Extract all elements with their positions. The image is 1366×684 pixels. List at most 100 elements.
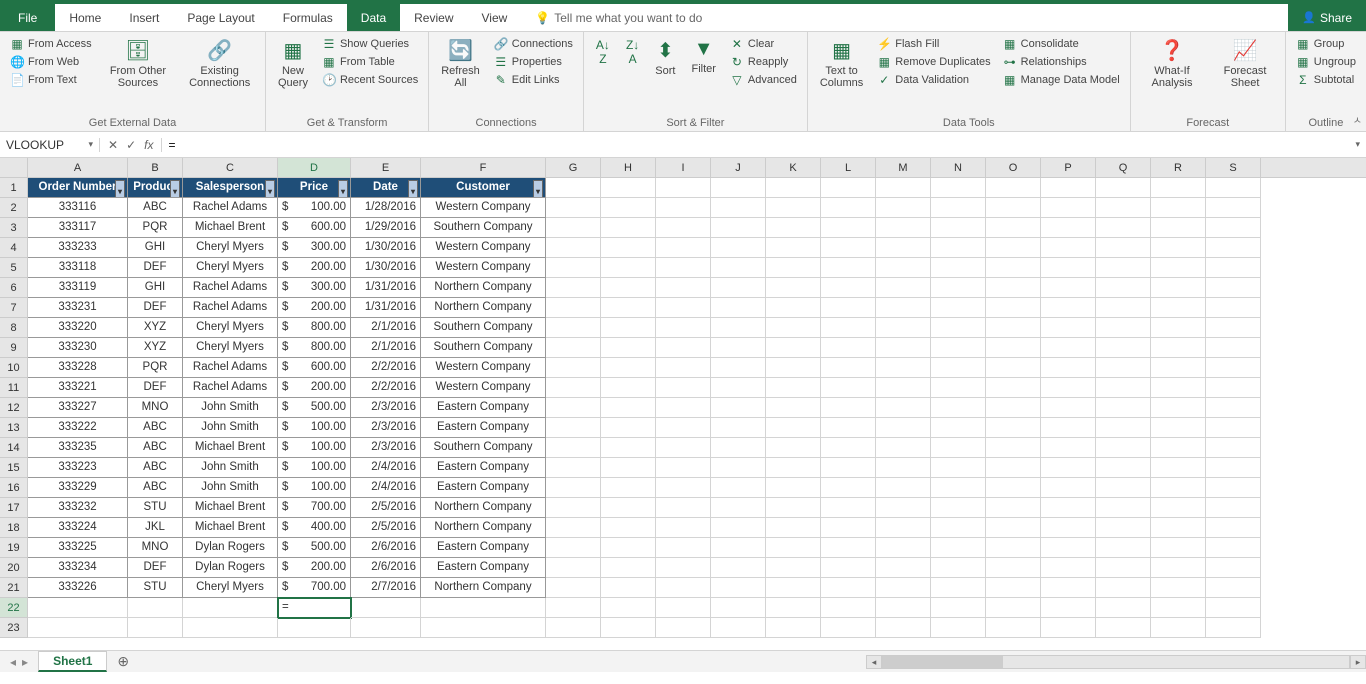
cell[interactable]: 333220 xyxy=(28,318,128,338)
cell[interactable] xyxy=(1151,418,1206,438)
cell[interactable] xyxy=(421,618,546,638)
cell[interactable] xyxy=(546,618,601,638)
view-tab[interactable]: View xyxy=(468,4,522,31)
cell[interactable] xyxy=(1096,298,1151,318)
column-header-D[interactable]: D xyxy=(278,158,351,177)
cell[interactable] xyxy=(876,358,931,378)
cell[interactable]: John Smith xyxy=(183,418,278,438)
cell[interactable] xyxy=(876,418,931,438)
cell[interactable] xyxy=(656,558,711,578)
cell[interactable] xyxy=(876,298,931,318)
row-header-13[interactable]: 13 xyxy=(0,418,27,438)
consolidate-button[interactable]: ▦Consolidate xyxy=(1001,36,1122,52)
cell[interactable] xyxy=(601,458,656,478)
cell[interactable] xyxy=(931,238,986,258)
cell[interactable] xyxy=(986,538,1041,558)
cell[interactable] xyxy=(1206,238,1261,258)
cell[interactable] xyxy=(986,278,1041,298)
cell[interactable] xyxy=(656,378,711,398)
cell[interactable] xyxy=(986,438,1041,458)
cell[interactable] xyxy=(1096,538,1151,558)
cell[interactable] xyxy=(1096,378,1151,398)
cell[interactable] xyxy=(656,498,711,518)
cell[interactable] xyxy=(1151,438,1206,458)
table-header[interactable]: Date xyxy=(351,178,421,198)
cell[interactable]: GHI xyxy=(128,238,183,258)
cell[interactable] xyxy=(656,578,711,598)
cell[interactable]: 2/3/2016 xyxy=(351,438,421,458)
cell[interactable] xyxy=(876,618,931,638)
cell[interactable] xyxy=(351,598,421,618)
cell[interactable] xyxy=(766,258,821,278)
cell[interactable] xyxy=(986,258,1041,278)
cell[interactable]: DEF xyxy=(128,378,183,398)
name-box[interactable]: VLOOKUP xyxy=(0,138,100,152)
cell[interactable] xyxy=(1041,598,1096,618)
cell[interactable]: $100.00 xyxy=(278,198,351,218)
cell[interactable] xyxy=(656,338,711,358)
cell[interactable] xyxy=(986,178,1041,198)
cell[interactable] xyxy=(766,218,821,238)
cell[interactable] xyxy=(1151,538,1206,558)
cell[interactable]: 333234 xyxy=(28,558,128,578)
cell[interactable] xyxy=(821,618,876,638)
cell[interactable] xyxy=(821,398,876,418)
cell[interactable]: 2/7/2016 xyxy=(351,578,421,598)
cell[interactable] xyxy=(876,238,931,258)
cell[interactable] xyxy=(656,198,711,218)
cell[interactable]: 333116 xyxy=(28,198,128,218)
cell[interactable] xyxy=(601,238,656,258)
sheet-nav-prev-icon[interactable]: ◂ xyxy=(10,655,16,669)
column-header-R[interactable]: R xyxy=(1151,158,1206,177)
cell[interactable] xyxy=(931,258,986,278)
cell[interactable] xyxy=(821,298,876,318)
cell[interactable]: DEF xyxy=(128,298,183,318)
column-header-K[interactable]: K xyxy=(766,158,821,177)
cell[interactable]: PQR xyxy=(128,218,183,238)
cell[interactable]: 333233 xyxy=(28,238,128,258)
cell[interactable] xyxy=(931,498,986,518)
cell[interactable] xyxy=(821,578,876,598)
cell[interactable] xyxy=(1206,478,1261,498)
cell[interactable] xyxy=(986,338,1041,358)
cell[interactable]: Western Company xyxy=(421,258,546,278)
cell[interactable] xyxy=(1151,518,1206,538)
cell[interactable] xyxy=(1206,398,1261,418)
cell[interactable] xyxy=(546,578,601,598)
connections-button[interactable]: 🔗Connections xyxy=(492,36,575,52)
cell[interactable] xyxy=(821,318,876,338)
cell[interactable] xyxy=(1206,278,1261,298)
column-header-E[interactable]: E xyxy=(351,158,421,177)
from-access-button[interactable]: ▦From Access xyxy=(8,36,94,52)
cell[interactable]: 333235 xyxy=(28,438,128,458)
cell[interactable] xyxy=(546,378,601,398)
cell[interactable] xyxy=(1206,558,1261,578)
cell[interactable] xyxy=(766,358,821,378)
row-header-19[interactable]: 19 xyxy=(0,538,27,558)
cell[interactable] xyxy=(711,618,766,638)
cell[interactable] xyxy=(546,498,601,518)
column-header-C[interactable]: C xyxy=(183,158,278,177)
cell[interactable]: Eastern Company xyxy=(421,398,546,418)
file-tab[interactable]: File xyxy=(0,4,55,31)
cell[interactable] xyxy=(546,398,601,418)
cell[interactable]: Western Company xyxy=(421,358,546,378)
cell[interactable] xyxy=(931,358,986,378)
cell[interactable] xyxy=(931,378,986,398)
cell[interactable]: GHI xyxy=(128,278,183,298)
cell[interactable] xyxy=(546,478,601,498)
cell[interactable]: ABC xyxy=(128,438,183,458)
cell[interactable] xyxy=(766,318,821,338)
cell[interactable] xyxy=(656,478,711,498)
cell[interactable]: 2/1/2016 xyxy=(351,338,421,358)
cell[interactable] xyxy=(711,498,766,518)
cell[interactable] xyxy=(1041,518,1096,538)
cell[interactable]: ABC xyxy=(128,198,183,218)
cell[interactable] xyxy=(711,358,766,378)
review-tab[interactable]: Review xyxy=(400,4,467,31)
cell[interactable]: 1/31/2016 xyxy=(351,298,421,318)
row-header-7[interactable]: 7 xyxy=(0,298,27,318)
cell[interactable] xyxy=(1151,398,1206,418)
cell[interactable]: 1/30/2016 xyxy=(351,238,421,258)
cell[interactable] xyxy=(876,278,931,298)
